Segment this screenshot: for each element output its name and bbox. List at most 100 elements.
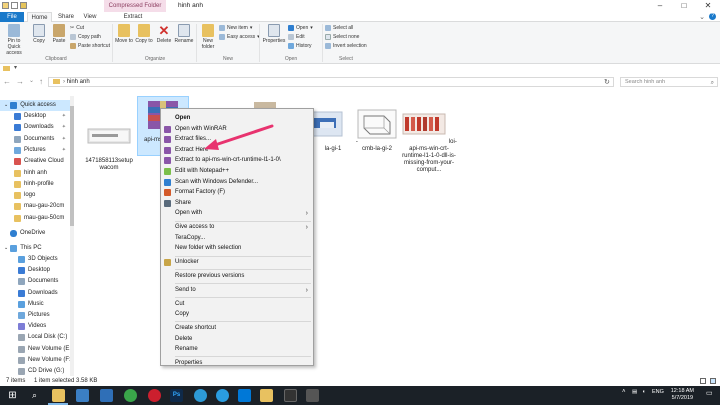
up-arrow-icon[interactable]: ↑ (39, 77, 43, 86)
telegram-icon[interactable] (194, 389, 207, 402)
cut-button[interactable]: ✂ Cut (70, 25, 84, 31)
copy-path-button[interactable]: Copy path (70, 34, 101, 40)
new-folder-icon[interactable] (20, 2, 27, 9)
copy-button[interactable]: Copy (30, 24, 48, 44)
context-menu-item[interactable]: Edit with Notepad++ (161, 166, 313, 177)
nav-item[interactable]: Desktop ✦ (0, 111, 74, 122)
nav-item[interactable]: Videos (0, 321, 74, 332)
nav-item[interactable]: Desktop (0, 265, 74, 276)
taskbar-app-icon[interactable] (238, 389, 251, 402)
rename-button[interactable]: Rename (174, 24, 194, 44)
nav-item[interactable]: mau-gau-50cm (0, 213, 74, 224)
taskbar-app-icon[interactable] (100, 389, 113, 402)
context-menu-item[interactable]: Copy (161, 309, 313, 320)
address-input[interactable]: › hinh anh (48, 77, 614, 87)
taskbar-app-icon[interactable] (306, 389, 319, 402)
context-menu-item[interactable]: Share (161, 198, 313, 209)
nav-item[interactable]: Downloads ✦ (0, 122, 74, 133)
nav-item[interactable]: Music (0, 299, 74, 310)
context-menu-item[interactable]: Scan with Windows Defender... (161, 177, 313, 188)
file-item[interactable]: cmb-la-gi-2 (351, 108, 403, 153)
move-to-button[interactable]: Move to (115, 24, 133, 44)
tab-file[interactable]: File (0, 12, 24, 22)
nav-item[interactable]: New Volume (F:) (0, 355, 74, 366)
notifications-icon[interactable]: ▭ (706, 389, 713, 397)
context-menu-item[interactable]: Restore previous versions (161, 271, 313, 282)
select-all-button[interactable]: Select all (325, 25, 353, 31)
minimize-button[interactable]: – (648, 0, 672, 12)
chrome-icon[interactable] (124, 389, 137, 402)
tab-extract[interactable]: Extract (120, 12, 146, 22)
properties-icon[interactable] (11, 2, 18, 9)
search-input[interactable]: Search hinh anh ⌕ (620, 77, 718, 87)
nav-item[interactable]: logo (0, 190, 74, 201)
close-button[interactable]: ✕ (696, 0, 720, 12)
large-icons-view-icon[interactable] (710, 378, 716, 384)
context-menu-item[interactable]: Give access to › (161, 222, 313, 233)
nav-item[interactable]: Pictures ✦ (0, 145, 74, 156)
nav-item[interactable]: Documents (0, 276, 74, 287)
file-item[interactable]: loi-api-ms-win-crt-runtime-l1-1-0-dll-is… (400, 108, 458, 174)
nav-item[interactable]: New Volume (E:) (0, 344, 74, 355)
open-button[interactable]: Open ▾ (288, 25, 313, 31)
tab-view[interactable]: View (80, 12, 100, 22)
nav-item[interactable]: 3D Objects (0, 254, 74, 265)
chevron-down-icon[interactable]: ⌄ (29, 77, 34, 86)
nav-item[interactable]: Creative Cloud (0, 156, 74, 167)
windows-start-icon[interactable]: ⊞ (6, 389, 19, 402)
chevron-down-icon[interactable]: ⌄ (699, 13, 705, 21)
search-icon[interactable]: ⌕ (28, 389, 41, 402)
telegram-icon[interactable] (216, 389, 229, 402)
volume-icon[interactable]: ◖ (642, 389, 645, 395)
context-menu-item[interactable]: Send to › (161, 285, 313, 296)
history-button[interactable]: History (288, 43, 312, 49)
nav-quick-access[interactable]: ⌄ Quick access (0, 100, 74, 111)
context-menu-item[interactable]: New folder with selection (161, 243, 313, 254)
new-folder-button[interactable]: New folder (199, 24, 217, 50)
details-view-icon[interactable] (700, 378, 706, 384)
photoshop-icon[interactable]: Ps (170, 389, 183, 402)
scrollbar-thumb[interactable] (70, 106, 74, 226)
properties-button[interactable]: Properties (262, 24, 286, 44)
help-icon[interactable]: ? (709, 13, 716, 20)
nav-item[interactable]: mau-gau-20cm (0, 201, 74, 212)
edit-button[interactable]: Edit (288, 34, 305, 40)
refresh-icon[interactable]: ↻ (604, 78, 610, 86)
forward-arrow-icon[interactable]: → (16, 77, 24, 86)
system-clock[interactable]: 12:18 AM 5/7/2019 (671, 388, 694, 402)
taskbar-app-icon[interactable] (284, 389, 297, 402)
delete-button[interactable]: ✕ Delete (155, 24, 173, 44)
tab-share[interactable]: Share (54, 12, 78, 22)
context-menu-item[interactable]: Create shortcut (161, 323, 313, 334)
context-menu-item[interactable]: TeraCopy... (161, 233, 313, 244)
nav-item[interactable]: Pictures (0, 310, 74, 321)
context-menu-item[interactable]: Unlocker (161, 257, 313, 268)
nav-item[interactable]: Documents ✦ (0, 134, 74, 145)
taskbar-app-icon[interactable] (76, 389, 89, 402)
language-indicator[interactable]: ENG (652, 389, 664, 395)
pin-to-quick-access-button[interactable]: Pin to Quick access (2, 24, 26, 56)
opera-icon[interactable] (148, 389, 161, 402)
taskbar-app-icon[interactable] (260, 389, 273, 402)
context-menu-item[interactable]: Open with › (161, 208, 313, 219)
context-menu-item[interactable]: Extract to api-ms-win-crt-runtime-l1-1-0… (161, 155, 313, 166)
context-menu-item[interactable]: Properties (161, 358, 313, 369)
network-icon[interactable]: ▤ (632, 389, 637, 395)
invert-selection-button[interactable]: Invert selection (325, 43, 367, 49)
file-item[interactable]: 1471858113setup wacom (83, 120, 135, 172)
nav-onedrive[interactable]: OneDrive (0, 228, 74, 239)
chevron-up-icon[interactable]: ˄ (622, 389, 626, 395)
nav-this-pc[interactable]: ⌄ This PC (0, 243, 74, 254)
nav-item[interactable]: CD Drive (G:) (0, 366, 74, 376)
copy-to-button[interactable]: Copy to (135, 24, 153, 44)
maximize-button[interactable]: □ (672, 0, 696, 12)
file-explorer-icon[interactable] (52, 389, 65, 402)
context-menu-item[interactable]: Rename (161, 344, 313, 355)
back-arrow-icon[interactable]: ← (3, 77, 11, 86)
new-item-button[interactable]: New item ▾ (219, 25, 252, 31)
nav-item[interactable]: hinh-profile (0, 179, 74, 190)
context-menu-item[interactable]: Delete (161, 334, 313, 345)
context-menu-item[interactable]: Cut (161, 299, 313, 310)
nav-item[interactable]: Downloads (0, 288, 74, 299)
select-none-button[interactable]: Select none (325, 34, 359, 40)
